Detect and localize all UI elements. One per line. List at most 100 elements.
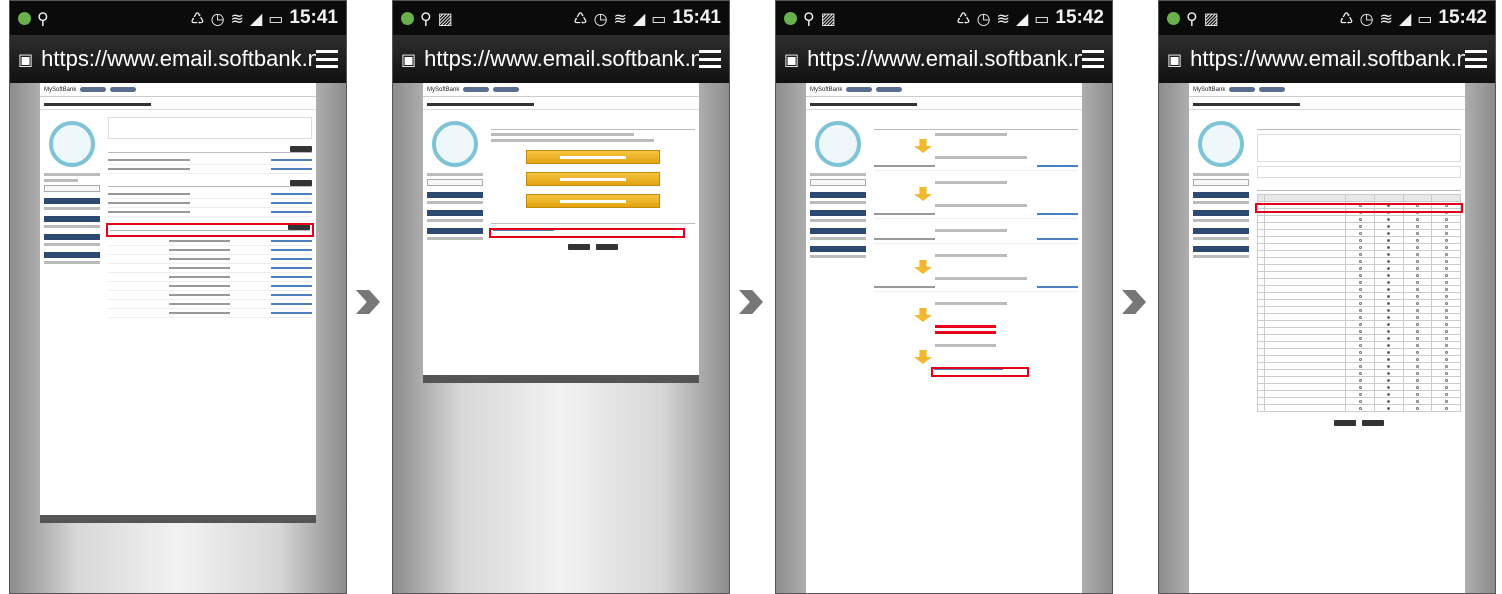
address-input[interactable]: [1264, 271, 1347, 279]
radio-button[interactable]: [1358, 406, 1362, 410]
radio-button[interactable]: [1387, 238, 1391, 242]
radio-button[interactable]: [1444, 406, 1448, 410]
spam-level-recommend-button[interactable]: [525, 194, 661, 208]
sidebar-nav[interactable]: [44, 198, 100, 204]
radio-cell[interactable]: [1402, 404, 1433, 412]
radio-cell[interactable]: [1402, 313, 1433, 321]
radio-button[interactable]: [1358, 231, 1362, 235]
radio-cell[interactable]: [1431, 404, 1461, 412]
radio-cell[interactable]: [1345, 355, 1375, 363]
radio-button[interactable]: [1387, 350, 1391, 354]
radio-button[interactable]: [1444, 385, 1448, 389]
radio-button[interactable]: [1415, 238, 1419, 242]
help-link[interactable]: [271, 211, 312, 213]
radio-button[interactable]: [1444, 308, 1448, 312]
radio-cell[interactable]: [1402, 285, 1433, 293]
address-input[interactable]: [1264, 376, 1347, 384]
radio-button[interactable]: [1415, 245, 1419, 249]
radio-button[interactable]: [1444, 266, 1448, 270]
address-input[interactable]: [1264, 292, 1347, 300]
radio-cell[interactable]: [1402, 229, 1433, 237]
radio-button[interactable]: [1444, 231, 1448, 235]
radio-cell[interactable]: [1345, 264, 1375, 272]
help-link[interactable]: [271, 168, 312, 170]
radio-button[interactable]: [1387, 259, 1391, 263]
radio-cell[interactable]: [1431, 320, 1461, 328]
radio-cell[interactable]: [1402, 306, 1433, 314]
sidebar-nav[interactable]: [427, 228, 483, 234]
radio-cell[interactable]: [1402, 341, 1433, 349]
radio-button[interactable]: [1415, 385, 1419, 389]
radio-cell[interactable]: [1431, 376, 1461, 384]
radio-cell[interactable]: [1402, 250, 1433, 258]
address-input[interactable]: [1264, 257, 1347, 265]
radio-button[interactable]: [1387, 252, 1391, 256]
radio-button[interactable]: [1444, 294, 1448, 298]
radio-button[interactable]: [1444, 357, 1448, 361]
radio-cell[interactable]: [1374, 306, 1404, 314]
radio-cell[interactable]: [1374, 390, 1404, 398]
address-input[interactable]: [1264, 215, 1347, 223]
radio-button[interactable]: [1358, 378, 1362, 382]
radio-button[interactable]: [1387, 266, 1391, 270]
radio-button[interactable]: [1444, 350, 1448, 354]
url-text[interactable]: https://www.email.softbank.ne: [41, 46, 316, 72]
logout-pill[interactable]: [876, 87, 903, 92]
address-input[interactable]: [1264, 285, 1347, 293]
radio-button[interactable]: [1444, 273, 1448, 277]
sidebar-nav[interactable]: [44, 216, 100, 222]
sidebar-nav[interactable]: [1193, 210, 1249, 216]
radio-button[interactable]: [1358, 364, 1362, 368]
radio-cell[interactable]: [1374, 250, 1404, 258]
radio-button[interactable]: [1358, 399, 1362, 403]
nav-pill[interactable]: [1229, 87, 1256, 92]
radio-button[interactable]: [1415, 343, 1419, 347]
radio-button[interactable]: [1387, 217, 1391, 221]
radio-button[interactable]: [1444, 378, 1448, 382]
radio-button[interactable]: [1358, 259, 1362, 263]
radio-cell[interactable]: [1402, 292, 1433, 300]
web-viewport[interactable]: MySoftBank: [1159, 83, 1495, 593]
radio-cell[interactable]: [1431, 271, 1461, 279]
radio-cell[interactable]: [1431, 215, 1461, 223]
radio-cell[interactable]: [1431, 229, 1461, 237]
radio-cell[interactable]: [1345, 341, 1375, 349]
radio-cell[interactable]: [1402, 222, 1433, 230]
address-input[interactable]: [1264, 369, 1347, 377]
logout-pill[interactable]: [1259, 87, 1286, 92]
radio-button[interactable]: [1444, 217, 1448, 221]
radio-cell[interactable]: [1402, 257, 1433, 265]
address-input[interactable]: [1264, 306, 1347, 314]
radio-button[interactable]: [1415, 280, 1419, 284]
sidebar-button[interactable]: [1193, 179, 1249, 186]
radio-cell[interactable]: [1374, 327, 1404, 335]
radio-cell[interactable]: [1345, 348, 1375, 356]
sidebar-nav[interactable]: [427, 192, 483, 198]
radio-button[interactable]: [1444, 245, 1448, 249]
radio-cell[interactable]: [1431, 355, 1461, 363]
radio-button[interactable]: [1415, 308, 1419, 312]
radio-cell[interactable]: [1374, 341, 1404, 349]
address-input[interactable]: [1264, 264, 1347, 272]
radio-cell[interactable]: [1345, 299, 1375, 307]
radio-cell[interactable]: [1374, 362, 1404, 370]
radio-button[interactable]: [1358, 336, 1362, 340]
radio-cell[interactable]: [1345, 320, 1375, 328]
radio-button[interactable]: [1415, 378, 1419, 382]
address-input[interactable]: [1264, 278, 1347, 286]
radio-button[interactable]: [1415, 259, 1419, 263]
radio-button[interactable]: [1415, 322, 1419, 326]
radio-cell[interactable]: [1345, 278, 1375, 286]
help-link[interactable]: [271, 159, 312, 161]
radio-cell[interactable]: [1374, 313, 1404, 321]
radio-cell[interactable]: [1431, 341, 1461, 349]
radio-cell[interactable]: [1431, 222, 1461, 230]
radio-button[interactable]: [1358, 273, 1362, 277]
radio-cell[interactable]: [1345, 306, 1375, 314]
radio-cell[interactable]: [1431, 362, 1461, 370]
radio-cell[interactable]: [1402, 215, 1433, 223]
address-input[interactable]: [1264, 362, 1347, 370]
radio-button[interactable]: [1415, 294, 1419, 298]
radio-button[interactable]: [1358, 238, 1362, 242]
radio-button[interactable]: [1358, 357, 1362, 361]
